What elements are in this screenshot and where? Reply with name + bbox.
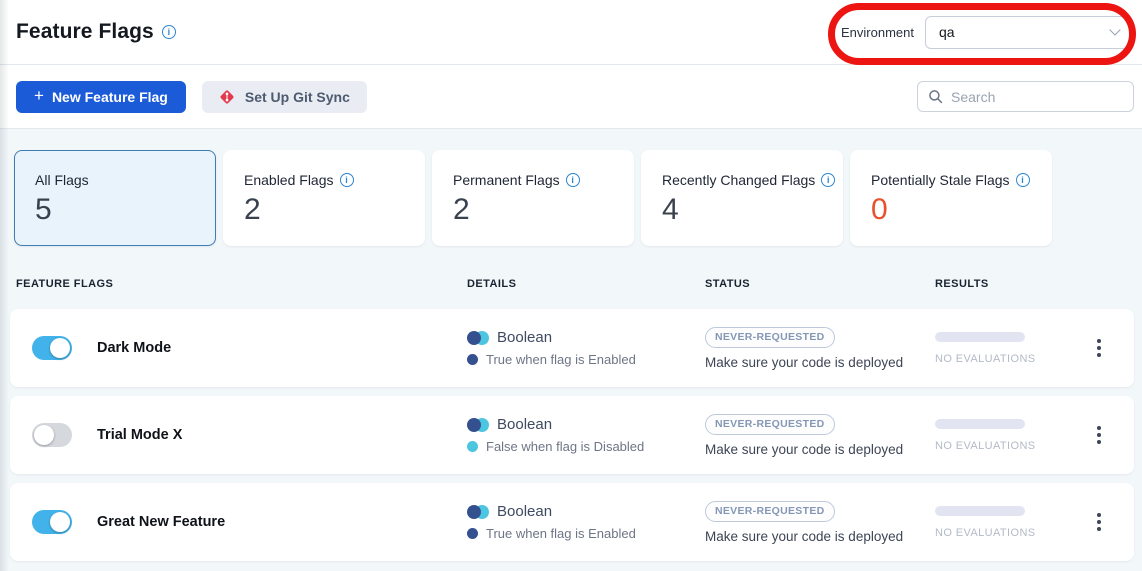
git-sync-button[interactable]: Set Up Git Sync (202, 81, 367, 113)
chevron-down-icon (1109, 24, 1120, 35)
toggle-knob (50, 338, 70, 358)
results-progress-bar (935, 506, 1025, 516)
new-feature-flag-label: New Feature Flag (52, 89, 168, 105)
stat-label: Potentially Stale Flags (871, 172, 1051, 188)
status-text: Make sure your code is deployed (705, 442, 935, 457)
details-cell: Boolean True when flag is Enabled (467, 329, 705, 367)
value-dot-icon (467, 528, 478, 539)
flag-cell: Great New Feature (32, 510, 467, 534)
search-box (917, 81, 1134, 112)
environment-label: Environment (841, 25, 914, 40)
feature-flags-page: Feature Flags Environment qa + New Featu… (0, 0, 1142, 571)
status-badge: NEVER-REQUESTED (705, 327, 835, 348)
stat-label: All Flags (35, 172, 215, 188)
toolbar: + New Feature Flag Set Up Git Sync (0, 65, 1142, 129)
stat-card-recently-changed-flags[interactable]: Recently Changed Flags 4 (641, 150, 843, 246)
stat-label: Enabled Flags (244, 172, 424, 188)
value-dot-icon (467, 441, 478, 452)
search-icon (928, 89, 943, 104)
info-icon[interactable] (821, 173, 835, 187)
table-row: Trial Mode X Boolean False when flag is … (10, 396, 1134, 474)
column-header-feature-flags: FEATURE FLAGS (16, 278, 467, 290)
status-cell: NEVER-REQUESTED Make sure your code is d… (705, 501, 935, 544)
results-cell: NO EVALUATIONS (935, 506, 1092, 539)
results-cell: NO EVALUATIONS (935, 419, 1092, 452)
flag-type: Boolean (467, 329, 705, 346)
environment-select[interactable]: qa (925, 16, 1133, 49)
results-text: NO EVALUATIONS (935, 353, 1092, 365)
info-icon[interactable] (162, 25, 176, 39)
info-icon[interactable] (340, 173, 354, 187)
stat-card-enabled-flags[interactable]: Enabled Flags 2 (223, 150, 425, 246)
row-menu-kebab-icon[interactable] (1092, 509, 1106, 535)
stat-card-all-flags[interactable]: All Flags 5 (14, 150, 216, 246)
status-badge: NEVER-REQUESTED (705, 414, 835, 435)
stat-value: 4 (662, 193, 842, 227)
flag-type: Boolean (467, 416, 705, 433)
boolean-type-icon (467, 505, 489, 519)
git-sync-label: Set Up Git Sync (245, 89, 350, 105)
status-cell: NEVER-REQUESTED Make sure your code is d… (705, 414, 935, 457)
page-title: Feature Flags (16, 20, 154, 44)
stat-value: 2 (453, 193, 633, 227)
stat-card-permanent-flags[interactable]: Permanent Flags 2 (432, 150, 634, 246)
flag-cell: Dark Mode (32, 336, 467, 360)
table-header: FEATURE FLAGS DETAILS STATUS RESULTS (16, 278, 1126, 290)
plus-icon: + (34, 86, 44, 106)
results-cell: NO EVALUATIONS (935, 332, 1092, 365)
flag-name[interactable]: Great New Feature (97, 514, 225, 530)
environment-picker: Environment qa (841, 16, 1133, 49)
flag-toggle[interactable] (32, 510, 72, 534)
status-text: Make sure your code is deployed (705, 529, 935, 544)
toggle-knob (50, 512, 70, 532)
table-row: Dark Mode Boolean True when flag is Enab… (10, 309, 1134, 387)
toggle-knob (34, 425, 54, 445)
row-menu-kebab-icon[interactable] (1092, 422, 1106, 448)
stats-cards: All Flags 5 Enabled Flags 2 Permanent Fl… (14, 150, 1142, 246)
page-header: Feature Flags Environment qa (0, 0, 1142, 65)
flag-toggle[interactable] (32, 423, 72, 447)
row-menu-kebab-icon[interactable] (1092, 335, 1106, 361)
details-cell: Boolean True when flag is Enabled (467, 503, 705, 541)
boolean-type-icon (467, 331, 489, 345)
status-cell: NEVER-REQUESTED Make sure your code is d… (705, 327, 935, 370)
column-header-results: RESULTS (935, 278, 1126, 290)
details-cell: Boolean False when flag is Disabled (467, 416, 705, 454)
search-input[interactable] (951, 89, 1123, 105)
stat-label: Permanent Flags (453, 172, 633, 188)
flag-name[interactable]: Dark Mode (97, 340, 171, 356)
table-row: Great New Feature Boolean True when flag… (10, 483, 1134, 561)
flag-cell: Trial Mode X (32, 423, 467, 447)
feature-flag-list: Dark Mode Boolean True when flag is Enab… (10, 309, 1134, 561)
info-icon[interactable] (1016, 173, 1030, 187)
title-wrap: Feature Flags (16, 20, 176, 44)
results-text: NO EVALUATIONS (935, 527, 1092, 539)
boolean-type-icon (467, 418, 489, 432)
value-dot-icon (467, 354, 478, 365)
status-text: Make sure your code is deployed (705, 355, 935, 370)
flag-toggle[interactable] (32, 336, 72, 360)
new-feature-flag-button[interactable]: + New Feature Flag (16, 81, 186, 113)
results-progress-bar (935, 419, 1025, 429)
flag-rule: True when flag is Enabled (467, 352, 705, 367)
column-header-details: DETAILS (467, 278, 705, 290)
stat-label: Recently Changed Flags (662, 172, 842, 188)
flag-rule: False when flag is Disabled (467, 439, 705, 454)
column-header-status: STATUS (705, 278, 935, 290)
info-icon[interactable] (566, 173, 580, 187)
flag-type: Boolean (467, 503, 705, 520)
stat-value: 2 (244, 193, 424, 227)
environment-value: qa (939, 24, 955, 40)
stat-value: 5 (35, 193, 215, 227)
git-icon (219, 89, 235, 105)
flag-name[interactable]: Trial Mode X (97, 427, 182, 443)
flag-rule: True when flag is Enabled (467, 526, 705, 541)
status-badge: NEVER-REQUESTED (705, 501, 835, 522)
results-progress-bar (935, 332, 1025, 342)
results-text: NO EVALUATIONS (935, 440, 1092, 452)
stat-value: 0 (871, 193, 1051, 227)
stat-card-potentially-stale-flags[interactable]: Potentially Stale Flags 0 (850, 150, 1052, 246)
